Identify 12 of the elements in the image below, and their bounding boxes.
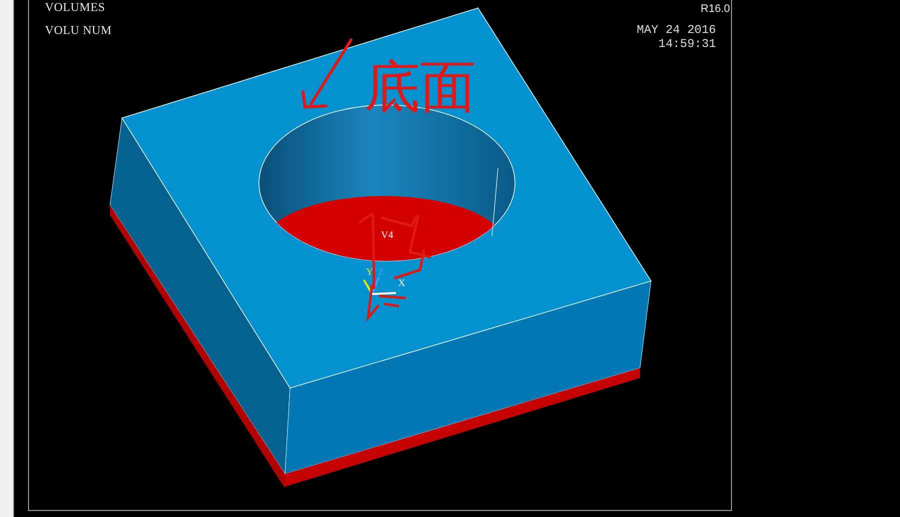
axis-label: Y <box>366 267 374 278</box>
arrow-annotation <box>302 38 352 109</box>
version-label: R16.0 <box>700 3 731 15</box>
time-label: 14:59:31 <box>658 37 717 51</box>
date-label: MAY 24 2016 <box>636 23 717 37</box>
plot-title: VOLU NUM <box>45 23 112 37</box>
axis-label: Z <box>378 267 384 278</box>
plot-title: VOLUMES <box>45 0 106 14</box>
volume-label: V4 <box>381 230 394 241</box>
axis-triad-icon <box>363 276 396 295</box>
axis-label: X <box>398 278 406 289</box>
annotation-text: 底面 <box>364 55 476 120</box>
